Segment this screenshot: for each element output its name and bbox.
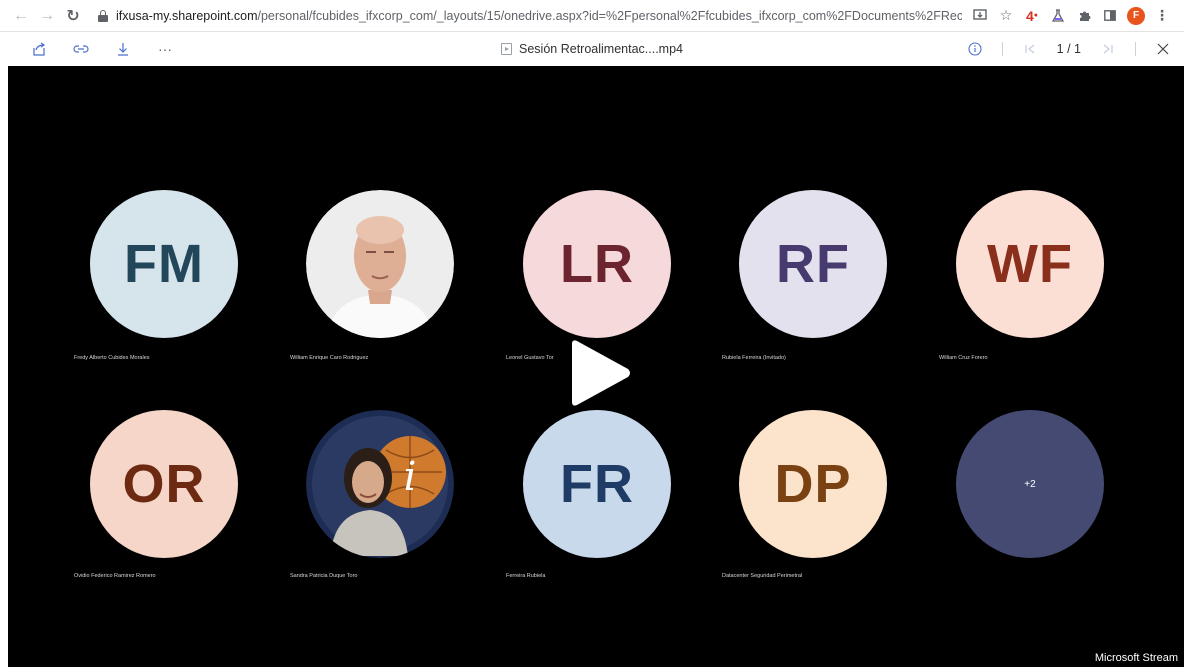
profile-avatar[interactable]: F	[1124, 5, 1148, 27]
participant-name: Rubiela Ferreira (Invitado)	[722, 355, 786, 361]
video-player[interactable]: FM Fredy Alberto Cubides Morales William…	[8, 66, 1184, 667]
star-icon[interactable]: ☆	[994, 5, 1018, 27]
svg-text:i: i	[404, 454, 417, 500]
participant-name: Fredy Alberto Cubides Morales	[74, 355, 150, 361]
participant-photo	[306, 190, 454, 338]
play-button[interactable]	[564, 338, 634, 408]
page-indicator: 1 / 1	[1056, 42, 1081, 56]
participant-initials: WF	[987, 234, 1073, 294]
participant-name: Datacenter Seguridad Perimetral	[722, 573, 803, 579]
participant-initials: RF	[776, 234, 850, 294]
address-bar[interactable]: ifxusa-my.sharepoint.com/personal/fcubid…	[116, 9, 962, 23]
download-icon[interactable]	[110, 36, 136, 62]
participant-tile: FM	[90, 190, 238, 338]
extension-badge-value: 4	[1025, 7, 1034, 24]
browser-toolbar: ← → ↻ ifxusa-my.sharepoint.com/personal/…	[0, 0, 1184, 32]
info-icon[interactable]	[962, 36, 988, 62]
participant-initials: OR	[122, 454, 206, 514]
url-path: /personal/fcubides_ifxcorp_com/_layouts/…	[257, 8, 963, 23]
participant-tile: WF	[956, 190, 1104, 338]
participant-tile: FR	[523, 410, 671, 558]
split-screen-icon[interactable]	[1098, 5, 1122, 27]
participant-tile: LR	[523, 190, 671, 338]
watermark: Microsoft Stream	[1094, 652, 1178, 664]
participant-name: Ovidio Federico Ramirez Romero	[74, 573, 156, 579]
extension-badge-icon[interactable]: 4 ●	[1020, 5, 1044, 27]
avatar: i	[306, 410, 454, 558]
participant-initials: DP	[774, 454, 852, 514]
url-host: ifxusa-my.sharepoint.com	[116, 8, 258, 23]
avatar	[306, 190, 454, 338]
participant-initials: FM	[124, 234, 204, 294]
next-icon[interactable]	[1095, 36, 1121, 62]
participant-tile: RF	[739, 190, 887, 338]
play-icon	[572, 340, 630, 406]
forward-arrow-icon[interactable]: →	[36, 5, 58, 27]
participant-name: Sandra Patricia Duque Toro	[290, 573, 358, 579]
participant-initials: LR	[560, 234, 634, 294]
more-participants-tile: +2	[956, 410, 1104, 558]
participant-name: William Enrique Caro Rodriguez	[290, 355, 369, 361]
participant-name: Leonel Gustavo Tor	[506, 355, 554, 361]
participant-name: Ferreira Rubiela	[506, 573, 546, 579]
link-icon[interactable]	[68, 36, 94, 62]
video-file-icon	[501, 43, 513, 55]
install-app-icon[interactable]	[968, 5, 992, 27]
close-icon[interactable]	[1150, 36, 1176, 62]
participant-photo: i	[306, 410, 454, 558]
participant-tile: OR	[90, 410, 238, 558]
extensions-puzzle-icon[interactable]	[1072, 5, 1096, 27]
more-participants-count: +2	[1024, 478, 1036, 490]
menu-dots-icon[interactable]: ⋮	[1150, 5, 1174, 27]
participant-initials: FR	[560, 454, 634, 514]
previous-icon[interactable]	[1017, 36, 1043, 62]
lock-icon[interactable]	[98, 9, 108, 22]
participant-name: William Cruz Forero	[939, 355, 988, 361]
share-icon[interactable]	[26, 36, 52, 62]
profile-initial: F	[1127, 6, 1145, 25]
file-name[interactable]: Sesión Retroalimentac....mp4	[519, 42, 683, 56]
participant-tile: DP	[739, 410, 887, 558]
back-arrow-icon[interactable]: ←	[10, 5, 32, 27]
toolbar-divider	[1135, 42, 1136, 56]
toolbar-divider	[1001, 42, 1003, 56]
viewer-toolbar: ··· Sesión Retroalimentac....mp4 1 / 1	[0, 32, 1184, 66]
flask-icon[interactable]	[1046, 5, 1070, 27]
reload-icon[interactable]: ↻	[62, 5, 84, 27]
more-icon[interactable]: ···	[152, 36, 178, 62]
